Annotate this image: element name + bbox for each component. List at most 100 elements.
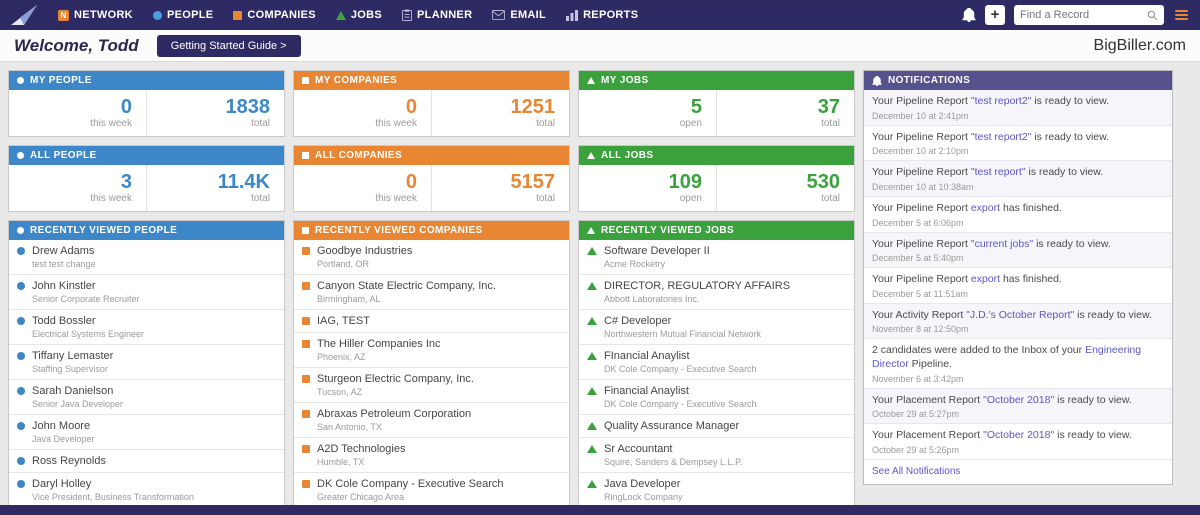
- search-input[interactable]: [1020, 9, 1143, 21]
- job-list-item[interactable]: FInancial Anaylist DK Cole Company - Exe…: [579, 345, 854, 380]
- company-location: Birmingham, AL: [317, 294, 381, 305]
- notification-link[interactable]: export: [971, 273, 1000, 285]
- notification-link[interactable]: "current jobs": [971, 238, 1033, 250]
- notification-link[interactable]: "October 2018": [983, 394, 1054, 406]
- job-icon: [587, 421, 597, 430]
- person-list-item[interactable]: Ross Reynolds: [9, 450, 284, 474]
- notification-link[interactable]: "test report2": [971, 95, 1032, 107]
- person-list-item[interactable]: John Kinstler Senior Corporate Recruiter: [9, 275, 284, 310]
- email-icon: [492, 10, 506, 20]
- app-logo[interactable]: [10, 3, 40, 27]
- stat-value: 1251: [510, 96, 556, 118]
- company-list-item[interactable]: Sturgeon Electric Company, Inc. Tucson, …: [294, 368, 569, 404]
- job-list-item[interactable]: Java Developer RingLock Company: [579, 473, 854, 507]
- all-jobs-total-stat[interactable]: 530 total: [716, 165, 854, 211]
- company-list-item[interactable]: Abraxas Petroleum Corporation San Antoni…: [294, 403, 569, 439]
- person-list-item[interactable]: Drew Adams test test change: [9, 240, 284, 275]
- person-icon: [17, 480, 25, 489]
- notification-link[interactable]: "J.D.'s October Report": [966, 309, 1074, 321]
- people-icon: [17, 152, 24, 159]
- my-jobs-total-stat[interactable]: 37 total: [716, 90, 854, 136]
- company-list-item[interactable]: A2D Technologies Humble, TX: [294, 438, 569, 474]
- job-list-item[interactable]: C# Developer Northwestern Mutual Financi…: [579, 310, 854, 345]
- job-list-item[interactable]: DIRECTOR, REGULATORY AFFAIRS Abbott Labo…: [579, 275, 854, 310]
- company-icon: [302, 281, 310, 290]
- person-list-item[interactable]: Daryl Holley Vice President, Business Tr…: [9, 473, 284, 507]
- logo-icon: [11, 5, 37, 25]
- nav-item-network[interactable]: N NETWORK: [48, 0, 143, 30]
- add-record-button[interactable]: +: [985, 5, 1005, 25]
- search-icon[interactable]: [1147, 10, 1158, 21]
- recently-viewed-jobs-card: RECENTLY VIEWED JOBS Software Developer …: [578, 220, 855, 509]
- person-icon: [17, 316, 25, 325]
- nav-item-companies[interactable]: COMPANIES: [223, 0, 326, 30]
- nav-item-planner[interactable]: PLANNER: [392, 0, 482, 30]
- notification-text: is ready to view.: [1074, 308, 1152, 321]
- company-name: Sturgeon Electric Company, Inc.: [317, 373, 474, 386]
- notifications-panel: NOTIFICATIONS Your Pipeline Report "test…: [863, 70, 1173, 486]
- company-icon: [302, 247, 310, 255]
- job-list-item[interactable]: Software Developer II Acme Rocketry: [579, 240, 854, 275]
- all-people-total-stat[interactable]: 11.4K total: [146, 165, 284, 211]
- stat-label: this week: [375, 193, 417, 204]
- company-list-item[interactable]: IAG, TEST: [294, 310, 569, 334]
- nav-item-reports[interactable]: REPORTS: [556, 0, 648, 30]
- company-list-item[interactable]: Goodbye Industries Portland, OR: [294, 240, 569, 275]
- company-list-item[interactable]: The Hiller Companies Inc Phoenix, AZ: [294, 333, 569, 369]
- notification-link[interactable]: "test report2": [971, 131, 1032, 143]
- all-companies-total-stat[interactable]: 5157 total: [431, 165, 569, 211]
- job-company: Abbott Laboratories Inc.: [604, 294, 700, 305]
- companies-icon: [302, 227, 309, 234]
- job-list-item[interactable]: Sr Accountant Squire, Sanders & Dempsey …: [579, 438, 854, 474]
- my-jobs-open-stat[interactable]: 5 open: [579, 90, 716, 136]
- nav-item-jobs[interactable]: JOBS: [326, 0, 392, 30]
- all-jobs-open-stat[interactable]: 109 open: [579, 165, 716, 211]
- nav-label: EMAIL: [510, 9, 547, 21]
- my-people-this-week-stat[interactable]: 0 this week: [9, 90, 146, 136]
- notification-link[interactable]: export: [971, 202, 1000, 214]
- notification-item: Your Activity Report "J.D.'s October Rep…: [864, 303, 1172, 340]
- company-list-item[interactable]: Canyon State Electric Company, Inc. Birm…: [294, 275, 569, 310]
- all-companies-header: ALL COMPANIES: [294, 146, 569, 165]
- notification-date: December 10 at 2:10pm: [872, 146, 969, 157]
- person-name: Todd Bossler: [32, 314, 96, 327]
- planner-icon: [402, 9, 413, 21]
- all-companies-this-week-stat[interactable]: 0 this week: [294, 165, 431, 211]
- recently-viewed-people-list: Drew Adams test test change John Kinstle…: [9, 240, 284, 507]
- notification-text: Your Activity Report: [872, 308, 967, 321]
- nav-item-people[interactable]: PEOPLE: [143, 0, 223, 30]
- person-list-item[interactable]: Tiffany Lemaster Staffing Supervisor: [9, 345, 284, 380]
- notification-message: Your Activity Report "J.D.'s October Rep…: [872, 309, 1164, 323]
- menu-icon[interactable]: [1173, 8, 1190, 22]
- notification-link[interactable]: "test report": [971, 166, 1026, 178]
- person-list-item[interactable]: Todd Bossler Electrical Systems Engineer: [9, 310, 284, 345]
- person-subtitle: test test change: [32, 259, 96, 270]
- job-list-item[interactable]: Quality Assurance Manager: [579, 415, 854, 439]
- stat-value: 37: [817, 96, 840, 118]
- nav-item-email[interactable]: EMAIL: [482, 0, 556, 30]
- my-people-total-stat[interactable]: 1838 total: [146, 90, 284, 136]
- job-title: FInancial Anaylist: [604, 349, 690, 362]
- companies-icon: [302, 152, 309, 159]
- company-icon: [302, 340, 310, 349]
- notifications-bell-button[interactable]: [962, 8, 976, 22]
- my-jobs-header: MY JOBS: [579, 71, 854, 90]
- all-people-this-week-stat[interactable]: 3 this week: [9, 165, 146, 211]
- person-list-item[interactable]: John Moore Java Developer: [9, 415, 284, 450]
- getting-started-guide-button[interactable]: Getting Started Guide >: [156, 34, 301, 57]
- job-list-item[interactable]: Financial Anaylist DK Cole Company - Exe…: [579, 380, 854, 415]
- notification-date: December 5 at 6:06pm: [872, 217, 964, 228]
- person-list-item[interactable]: Sarah Danielson Senior Java Developer: [9, 380, 284, 415]
- jobs-icon: [587, 227, 595, 234]
- notification-link[interactable]: "October 2018": [983, 429, 1054, 441]
- company-name: Abraxas Petroleum Corporation: [317, 408, 472, 421]
- company-icon: [302, 480, 310, 489]
- my-companies-header: MY COMPANIES: [294, 71, 569, 90]
- company-list-item[interactable]: DK Cole Company - Executive Search Great…: [294, 473, 569, 507]
- my-companies-total-stat[interactable]: 1251 total: [431, 90, 569, 136]
- my-companies-this-week-stat[interactable]: 0 this week: [294, 90, 431, 136]
- job-icon: [587, 281, 597, 290]
- stat-value: 0: [120, 96, 132, 118]
- see-all-notifications-link[interactable]: See All Notifications: [864, 460, 1172, 484]
- nav-label: COMPANIES: [247, 9, 316, 21]
